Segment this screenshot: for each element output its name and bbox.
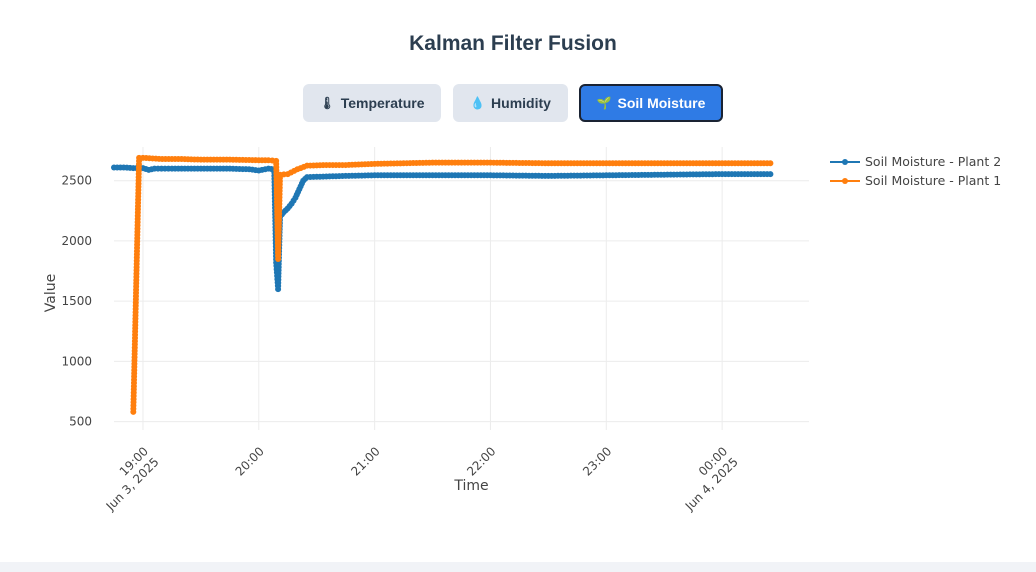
y-tick-label: 1000: [61, 354, 92, 368]
series-point: [767, 171, 774, 178]
chart-legend: Soil Moisture - Plant 2 Soil Moisture - P…: [830, 154, 1001, 188]
y-tick-label: 2000: [61, 234, 92, 248]
x-tick-label: 20:00: [233, 444, 267, 478]
series-point: [767, 160, 774, 167]
soil-moisture-chart: 5001000150020002500 19:00Jun 3, 2025 20:0…: [43, 147, 1001, 514]
chart-grid: [114, 147, 809, 430]
legend-swatch-marker: [842, 159, 848, 165]
y-axis-title: Value: [43, 274, 59, 312]
y-tick-label: 500: [69, 415, 92, 429]
y-tick-label: 1500: [61, 294, 92, 308]
x-tick-label: 23:00: [580, 444, 614, 478]
legend-label: Soil Moisture - Plant 2: [865, 154, 1001, 169]
x-tick-label: 22:00: [464, 444, 498, 478]
y-tick-label: 2500: [61, 174, 92, 188]
chart-series: [111, 154, 774, 415]
x-tick-label: 21:00: [348, 444, 382, 478]
legend-swatch-marker: [842, 178, 848, 184]
x-axis-title: Time: [453, 478, 488, 494]
series-line: [114, 166, 771, 290]
y-axis-ticks: 500 1000 1500 2000 2500: [61, 174, 92, 429]
x-axis-ticks: 19:00Jun 3, 2025 20:00 21:00 22:00 23:00 00:0…: [103, 444, 741, 514]
legend-label: Soil Moisture - Plant 1: [865, 173, 1001, 188]
series-line: [132, 156, 771, 412]
